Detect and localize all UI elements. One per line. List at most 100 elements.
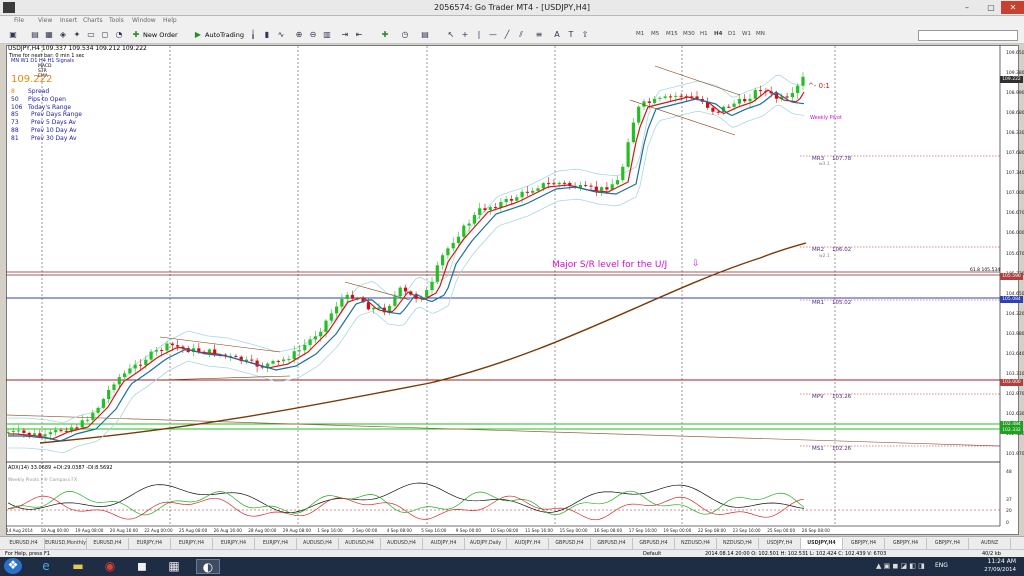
candle-body bbox=[170, 343, 174, 346]
candle-body bbox=[637, 106, 641, 123]
candle-body bbox=[759, 90, 763, 92]
clock-time[interactable]: 11:24 AM bbox=[980, 558, 1016, 565]
candle-body bbox=[446, 248, 450, 256]
clock-date[interactable]: 27/09/2014 bbox=[972, 567, 1016, 573]
candle-body bbox=[541, 183, 545, 189]
explorer-icon[interactable]: ▦ bbox=[162, 559, 186, 574]
x-tick-label: 17 Sep 16:00 bbox=[628, 528, 657, 533]
mt4-task-icon[interactable]: ◐ bbox=[196, 559, 220, 574]
candle-body bbox=[801, 76, 805, 86]
candle-body bbox=[43, 434, 47, 437]
candle-body bbox=[303, 344, 307, 351]
chart-tab[interactable]: AUDNZ bbox=[969, 538, 1011, 549]
ratio-label: ^- 0:1 bbox=[808, 82, 830, 90]
language-indicator[interactable]: ENG bbox=[935, 562, 948, 569]
candle-body bbox=[456, 236, 461, 243]
ie-icon[interactable]: e bbox=[34, 559, 58, 574]
candle-body bbox=[250, 359, 254, 361]
candle-body bbox=[584, 185, 588, 187]
stat-value: 50 bbox=[11, 95, 19, 103]
candle-body bbox=[123, 373, 127, 378]
chart-tab[interactable]: GBPUSD,H4 bbox=[591, 538, 633, 549]
chart-tab[interactable]: NZDUSD,H4 bbox=[675, 538, 717, 549]
y-tick-label: 102.630 bbox=[1006, 411, 1024, 417]
chart-tab[interactable]: AUDUSD,H4 bbox=[297, 538, 339, 549]
candle-body bbox=[451, 242, 455, 249]
y-tick-label: 104.320 bbox=[1006, 311, 1024, 317]
chart-tab[interactable]: EURJPY,H4 bbox=[213, 538, 255, 549]
y-tick-label: 108.680 bbox=[1006, 111, 1024, 117]
pivot-sub-w2: w2.1 bbox=[819, 254, 830, 259]
y-tick-label: 106.000 bbox=[1006, 231, 1024, 237]
chart-tab[interactable]: AUDJPY,Daily bbox=[465, 538, 507, 549]
candle-body bbox=[176, 345, 180, 347]
chart-tab[interactable]: EURUSD,H4 bbox=[3, 538, 45, 549]
candle-body bbox=[732, 103, 736, 107]
candle-body bbox=[133, 364, 137, 369]
x-tick-label: 20 Aug 16:00 bbox=[109, 528, 139, 533]
adx-tick-label: 48 bbox=[1006, 470, 1012, 475]
x-tick-label: 23 Sep 16:00 bbox=[732, 528, 761, 533]
chart-tab[interactable]: AUDUSD,H4 bbox=[381, 538, 423, 549]
price-chart[interactable] bbox=[0, 0, 1024, 576]
chart-tab[interactable]: EURUSD,H4 bbox=[87, 538, 129, 549]
candle-body bbox=[504, 199, 508, 203]
chart-tab[interactable]: USDJPY,H4 bbox=[801, 538, 843, 549]
candle-body bbox=[509, 199, 514, 201]
candle-body bbox=[340, 299, 344, 307]
candle-body bbox=[287, 359, 291, 361]
candle-body bbox=[234, 355, 238, 357]
chart-tab[interactable]: GBPUSD,H4 bbox=[633, 538, 675, 549]
stat-label: Prev 10 Day Av bbox=[31, 127, 77, 134]
candle-body bbox=[716, 111, 720, 113]
y-tick-label: 102.970 bbox=[1006, 391, 1024, 397]
candle-body bbox=[345, 294, 349, 300]
candle-body bbox=[6, 431, 10, 433]
start-button[interactable]: ❖ bbox=[4, 558, 22, 574]
status-bar: For Help, press F1 Default 2014.08.14 20… bbox=[0, 549, 1024, 557]
chart-tab[interactable]: EURUSD,Monthly bbox=[45, 538, 87, 549]
chart-tab[interactable]: EURJPY,H4 bbox=[129, 538, 171, 549]
candle-body bbox=[313, 336, 317, 340]
y-tick-label: 106.670 bbox=[1006, 211, 1024, 217]
pivot-value: 106.02 bbox=[832, 247, 852, 253]
chrome-icon[interactable]: ◉ bbox=[98, 559, 122, 574]
adx-header: ADX(14) 33.0689 +DI:29.0387 -DI:8.5692 bbox=[8, 465, 113, 471]
chart-tab[interactable]: EURJPY,H4 bbox=[171, 538, 213, 549]
candle-body bbox=[96, 407, 100, 413]
chart-tab[interactable]: AUDJPY,H4 bbox=[507, 538, 549, 549]
pivot-label: MS1 bbox=[812, 446, 824, 452]
candle-body bbox=[531, 190, 535, 193]
x-tick-label: 22 Aug 00:00 bbox=[144, 528, 173, 533]
y-tick-label: 103.980 bbox=[1006, 331, 1024, 337]
candle-body bbox=[790, 93, 794, 98]
app-icon[interactable]: ◼ bbox=[130, 559, 154, 574]
down-arrow-icon: ⇩ bbox=[692, 259, 700, 269]
y-tick-label: 109.650 bbox=[1006, 51, 1024, 56]
candle-body bbox=[600, 187, 604, 191]
candle-body bbox=[11, 430, 15, 432]
chart-tab[interactable]: GBPJPY,H4 bbox=[885, 538, 927, 549]
folder-icon[interactable]: ▬ bbox=[66, 559, 90, 574]
candle-body bbox=[674, 95, 678, 97]
x-tick-label: 14 Aug 2014 bbox=[6, 528, 33, 533]
chart-tab[interactable]: USDJPY,H4 bbox=[759, 538, 801, 549]
stat-label: Prev 5 Days Av bbox=[31, 119, 76, 127]
x-tick-label: 29 Aug 08:00 bbox=[282, 528, 312, 533]
chart-tab[interactable]: AUDUSD,H4 bbox=[339, 538, 381, 549]
chart-tab[interactable]: AUDJPY,H4 bbox=[423, 538, 465, 549]
candle-body bbox=[117, 377, 121, 385]
chart-tab[interactable]: GBPUSD,H4 bbox=[549, 538, 591, 549]
tray-icons[interactable]: ▲ ▣ ◼ ◪ ◧ ◨ bbox=[876, 562, 925, 570]
chart-tab[interactable]: EURJPY,H4 bbox=[255, 538, 297, 549]
candle-body bbox=[32, 433, 37, 435]
candle-body bbox=[75, 427, 79, 429]
chart-tab[interactable]: GBPJPY,H4 bbox=[843, 538, 885, 549]
stat-label: Prev 30 Day Av bbox=[31, 134, 77, 142]
fib-label: 61.8 105.534 bbox=[970, 268, 1001, 273]
candle-body bbox=[488, 207, 492, 211]
x-tick-label: 25 Aug 08:00 bbox=[179, 528, 208, 533]
candle-body bbox=[605, 187, 609, 190]
chart-tab[interactable]: GBPJPY,H4 bbox=[927, 538, 969, 549]
chart-tab[interactable]: NZDUSD,H4 bbox=[717, 538, 759, 549]
